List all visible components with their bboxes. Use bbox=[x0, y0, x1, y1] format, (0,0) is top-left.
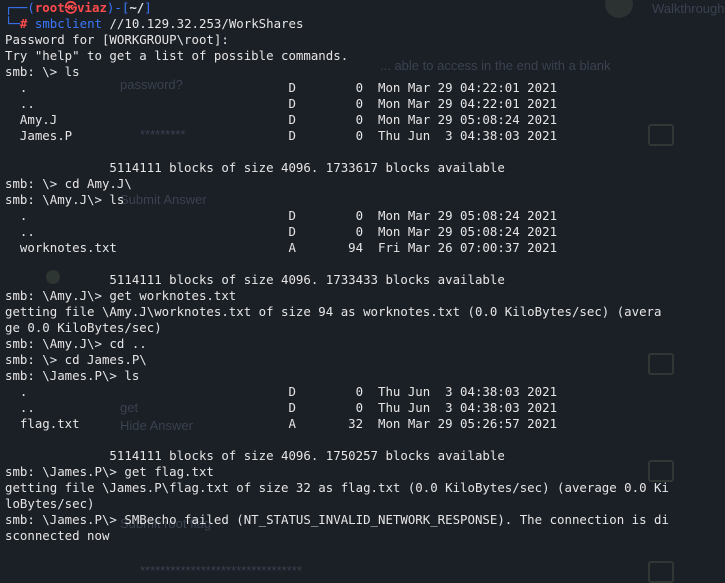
terminal-line: Try "help" to get a list of possible com… bbox=[5, 48, 349, 63]
terminal-line: smb: \James.P\> ls bbox=[5, 368, 140, 383]
prompt-user-host: root㉿viaz bbox=[34, 0, 107, 15]
terminal-line: loBytes/sec) bbox=[5, 496, 95, 511]
terminal-line: 5114111 blocks of size 4096. 1750257 blo… bbox=[5, 448, 505, 463]
terminal-line: 5114111 blocks of size 4096. 1733433 blo… bbox=[5, 272, 505, 287]
terminal-line: smb: \James.P\> SMBecho failed (NT_STATU… bbox=[5, 512, 669, 527]
terminal-line: getting file \Amy.J\worknotes.txt of siz… bbox=[5, 304, 662, 319]
terminal-line: smb: \> cd James.P\ bbox=[5, 352, 147, 367]
terminal-line: smb: \Amy.J\> cd .. bbox=[5, 336, 147, 351]
terminal-line: smb: \> cd Amy.J\ bbox=[5, 176, 132, 191]
command-argument: //10.129.32.253/WorkShares bbox=[109, 16, 304, 31]
terminal-line: .. D 0 Mon Mar 29 05:08:24 2021 bbox=[5, 224, 558, 239]
terminal-line: 5114111 blocks of size 4096. 1733617 blo… bbox=[5, 160, 505, 175]
terminal-line: .. D 0 Thu Jun 3 04:38:03 2021 bbox=[5, 400, 558, 415]
command-line: └─# smbclient //10.129.32.253/WorkShares bbox=[5, 16, 304, 31]
prompt-line: ┌──(root㉿viaz)-[~/] bbox=[5, 0, 152, 15]
command-name: smbclient bbox=[34, 16, 102, 31]
terminal-line: Amy.J D 0 Mon Mar 29 05:08:24 2021 bbox=[5, 112, 558, 127]
terminal-line: getting file \James.P\flag.txt of size 3… bbox=[5, 480, 669, 495]
terminal-line: Password for [WORKGROUP\root]: bbox=[5, 32, 229, 47]
terminal-line: ge 0.0 KiloBytes/sec) bbox=[5, 320, 162, 335]
terminal-line: . D 0 Mon Mar 29 05:08:24 2021 bbox=[5, 208, 558, 223]
terminal-line: .. D 0 Mon Mar 29 04:22:01 2021 bbox=[5, 96, 558, 111]
prompt-path: ~/ bbox=[129, 0, 145, 15]
terminal-line: smb: \> ls bbox=[5, 64, 80, 79]
terminal-line: sconnected now bbox=[5, 528, 110, 543]
terminal-line: smb: \James.P\> get flag.txt bbox=[5, 464, 214, 479]
terminal-line: worknotes.txt A 94 Fri Mar 26 07:00:37 2… bbox=[5, 240, 558, 255]
terminal-output: Password for [WORKGROUP\root]: Try "help"… bbox=[5, 32, 725, 544]
terminal-window[interactable]: ┌──(root㉿viaz)-[~/] └─# smbclient //10.1… bbox=[5, 0, 725, 575]
terminal-line: smb: \Amy.J\> ls bbox=[5, 192, 125, 207]
terminal-line: . D 0 Mon Mar 29 04:22:01 2021 bbox=[5, 80, 558, 95]
terminal-line: flag.txt A 32 Mon Mar 29 05:26:57 2021 bbox=[5, 416, 558, 431]
terminal-line: smb: \Amy.J\> get worknotes.txt bbox=[5, 288, 237, 303]
terminal-line: . D 0 Thu Jun 3 04:38:03 2021 bbox=[5, 384, 558, 399]
terminal-line: James.P D 0 Thu Jun 3 04:38:03 2021 bbox=[5, 128, 558, 143]
